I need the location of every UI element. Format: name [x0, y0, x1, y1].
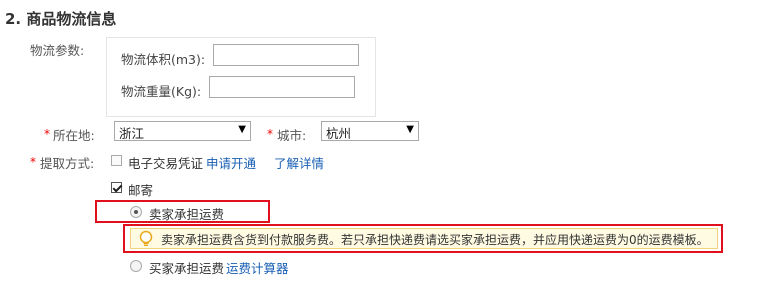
- mail-label: 邮寄: [128, 183, 154, 198]
- required-mark: *: [267, 127, 273, 141]
- mail-checkbox[interactable]: [111, 182, 122, 193]
- required-mark: *: [44, 127, 50, 141]
- tip-box: 卖家承担运费含货到付款服务费。若只承担快递费请选买家承担运费，并应用快递运费为0…: [130, 228, 718, 249]
- weight-label: 物流重量(Kg):: [121, 84, 202, 99]
- chevron-down-icon: ▼: [238, 124, 246, 135]
- shipping-calculator-link[interactable]: 运费计算器: [226, 258, 289, 277]
- city-label: 城市:: [277, 128, 307, 143]
- province-value: 浙江: [119, 126, 145, 141]
- tip-text: 卖家承担运费含货到付款服务费。若只承担快递费请选买家承担运费，并应用快递运费为0…: [161, 233, 709, 247]
- buyer-pays-label: 买家承担运费: [149, 261, 225, 276]
- lightbulb-icon: [138, 230, 154, 252]
- e-voucher-label: 电子交易凭证: [128, 156, 204, 171]
- province-select[interactable]: 浙江 ▼: [114, 121, 251, 141]
- volume-input[interactable]: [213, 44, 359, 66]
- section-title: 2. 商品物流信息: [5, 10, 117, 28]
- chevron-down-icon: ▼: [406, 124, 414, 135]
- province-label: 所在地:: [53, 128, 95, 143]
- details-link[interactable]: 了解详情: [274, 153, 324, 172]
- buyer-pays-radio[interactable]: [130, 260, 142, 272]
- seller-pays-radio[interactable]: [130, 206, 142, 218]
- city-select[interactable]: 杭州 ▼: [321, 121, 419, 141]
- weight-input[interactable]: [209, 76, 355, 98]
- pickup-label: 提取方式:: [40, 156, 95, 171]
- apply-link[interactable]: 申请开通: [206, 153, 256, 172]
- volume-label: 物流体积(m3):: [121, 52, 206, 67]
- city-value: 杭州: [326, 126, 352, 141]
- e-voucher-checkbox[interactable]: [111, 155, 122, 166]
- logistics-params-label: 物流参数:: [30, 43, 85, 58]
- required-mark: *: [30, 155, 36, 169]
- seller-pays-label: 卖家承担运费: [149, 207, 225, 222]
- logistics-params-box: 物流体积(m3): 物流重量(Kg):: [106, 37, 376, 117]
